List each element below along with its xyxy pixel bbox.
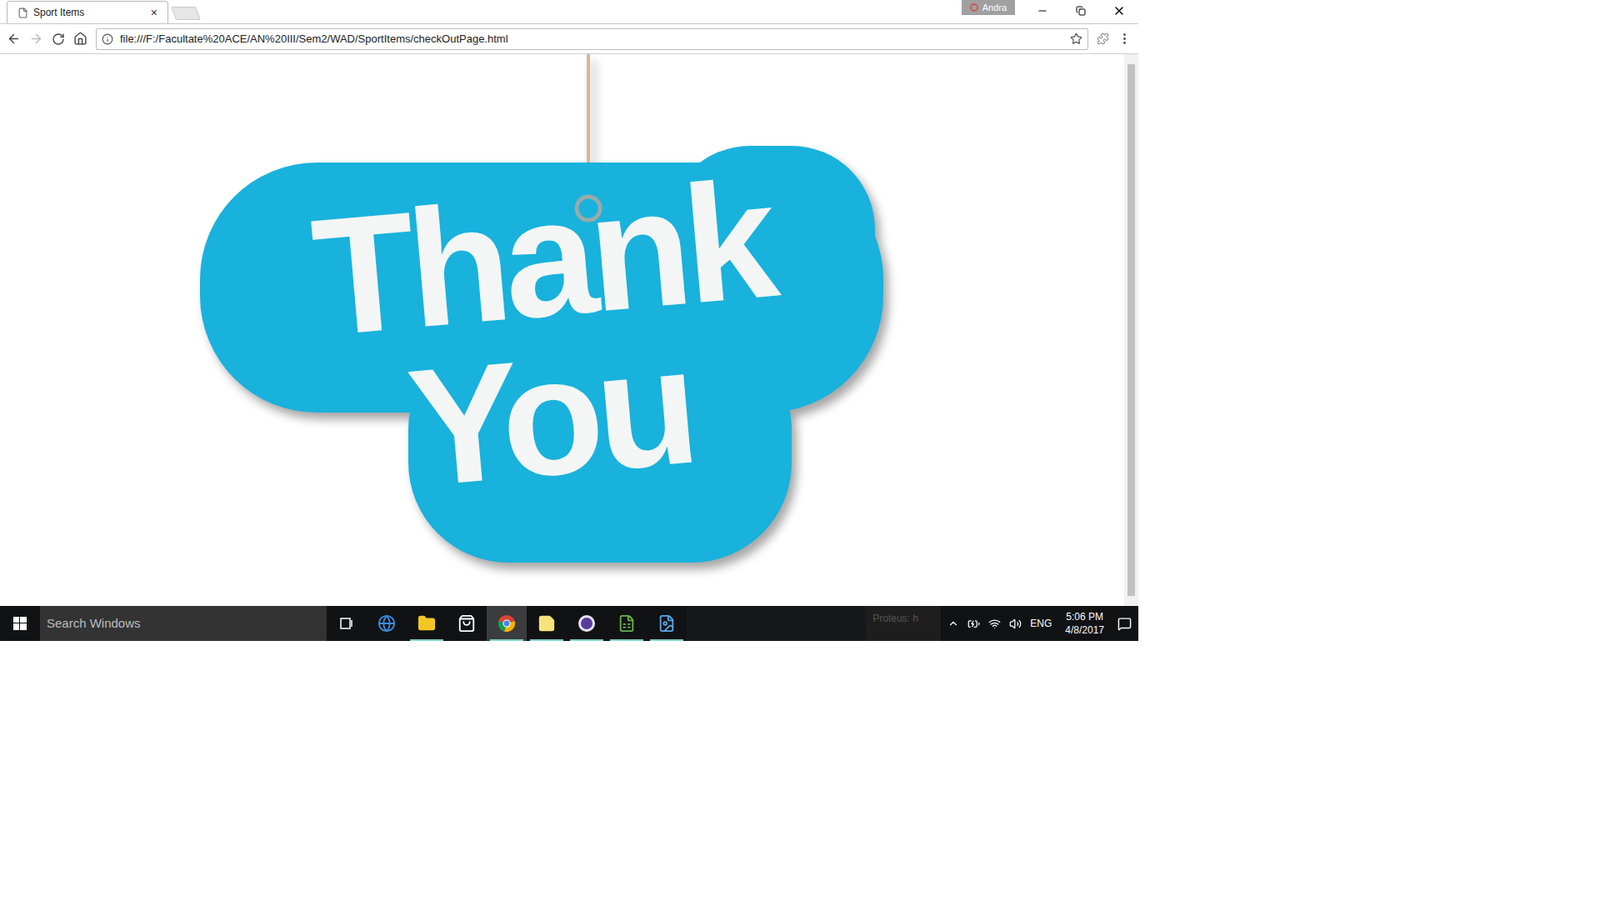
forward-icon[interactable] <box>29 31 44 46</box>
windows-logo-icon <box>13 616 27 630</box>
language[interactable]: ENG <box>1030 615 1052 631</box>
back-icon[interactable] <box>6 31 21 46</box>
tab-close-button[interactable]: × <box>150 6 158 19</box>
notification-text: Proteus: h <box>872 610 919 626</box>
new-tab-button[interactable] <box>170 6 201 20</box>
volume-icon[interactable] <box>1009 617 1022 630</box>
info-icon <box>101 33 114 45</box>
start-button[interactable] <box>0 605 40 641</box>
url: file:///F:/Facultate%20ACE/AN%20III/Sem2… <box>120 30 1064 48</box>
restore-icon <box>1075 5 1086 16</box>
action-center-icon[interactable] <box>1117 616 1132 631</box>
tab-title: Sport Items <box>33 5 146 20</box>
minimize-icon <box>1036 5 1049 17</box>
clock[interactable]: 5:06 PM4/8/2017 <box>1060 610 1110 637</box>
wifi-icon[interactable] <box>988 617 1001 630</box>
taskbar-app[interactable] <box>366 605 407 641</box>
notification-preview: Proteus: h <box>865 605 941 641</box>
date: 4/8/2017 <box>1065 623 1105 637</box>
taskbar-app[interactable] <box>566 605 607 641</box>
system-tray: ENG 5:06 PM4/8/2017 <box>940 605 1139 641</box>
graphic-line: Thank <box>306 159 776 357</box>
page-content: ThankYou <box>0 54 1125 606</box>
window-controls <box>1023 0 1139 22</box>
profile-icon <box>970 3 979 12</box>
restore-button[interactable] <box>1061 0 1100 22</box>
spreadsheet-icon <box>617 614 636 633</box>
close-icon <box>1112 4 1126 18</box>
sticky-notes-icon <box>537 614 556 633</box>
close-button[interactable] <box>1100 0 1139 22</box>
page-icon <box>17 7 29 19</box>
image-file-icon <box>657 614 676 633</box>
omnibox[interactable]: file:///F:/Facultate%20ACE/AN%20III/Sem2… <box>95 28 1089 50</box>
profile-badge[interactable]: Andra <box>961 0 1015 15</box>
profile-name: Andra <box>982 0 1007 15</box>
chrome-icon <box>497 614 516 633</box>
running-indicator <box>410 639 444 641</box>
taskbar-app[interactable] <box>486 605 527 641</box>
bookmark-star-icon[interactable] <box>1070 32 1083 45</box>
scrollbar-thumb[interactable] <box>1127 64 1135 596</box>
running-indicator <box>570 639 604 641</box>
task-view-icon <box>338 615 355 632</box>
scrollbar[interactable] <box>1124 54 1139 606</box>
graphic-line: You <box>402 325 698 509</box>
menu-icon[interactable] <box>1117 31 1132 46</box>
taskbar-apps <box>326 605 687 641</box>
thank-you-graphic: ThankYou <box>200 54 884 571</box>
tab-strip: Sport Items × Andra <box>0 0 1139 25</box>
home-icon[interactable] <box>73 31 88 46</box>
taskbar: Search Windows Proteus: h ENG 5:06 PM4/8/20… <box>0 605 1139 641</box>
screen: Sport Items × Andra file:///F:/Facultate%20… <box>0 0 1139 641</box>
canvas: Sport Items × Andra file:///F:/Facultate%20… <box>0 0 1600 901</box>
running-indicator <box>490 639 524 641</box>
running-indicator <box>650 639 684 641</box>
edge-icon <box>377 614 396 633</box>
time: 5:06 PM <box>1065 610 1104 624</box>
taskbar-app[interactable] <box>406 605 447 641</box>
battery-icon[interactable] <box>967 617 980 630</box>
taskbar-app[interactable] <box>326 605 367 641</box>
show-hidden-icons-icon[interactable] <box>947 617 960 630</box>
app-icon <box>577 614 596 633</box>
store-icon <box>457 614 476 633</box>
browser-tab[interactable]: Sport Items × <box>6 0 169 24</box>
taskbar-app[interactable] <box>646 605 687 641</box>
search-placeholder: Search Windows <box>46 614 141 634</box>
explorer-icon <box>417 614 436 633</box>
toolbar: file:///F:/Facultate%20ACE/AN%20III/Sem2… <box>0 24 1139 55</box>
search-box[interactable]: Search Windows <box>40 605 327 641</box>
taskbar-app[interactable] <box>526 605 567 641</box>
taskbar-app[interactable] <box>446 605 487 641</box>
page-viewport: ThankYou <box>0 54 1139 606</box>
graphic-text: ThankYou <box>200 54 884 571</box>
taskbar-app[interactable] <box>606 605 647 641</box>
extension-icon[interactable] <box>1096 32 1110 45</box>
running-indicator <box>530 639 564 641</box>
running-indicator <box>610 639 644 641</box>
minimize-button[interactable] <box>1023 0 1062 22</box>
reload-icon[interactable] <box>51 32 65 46</box>
